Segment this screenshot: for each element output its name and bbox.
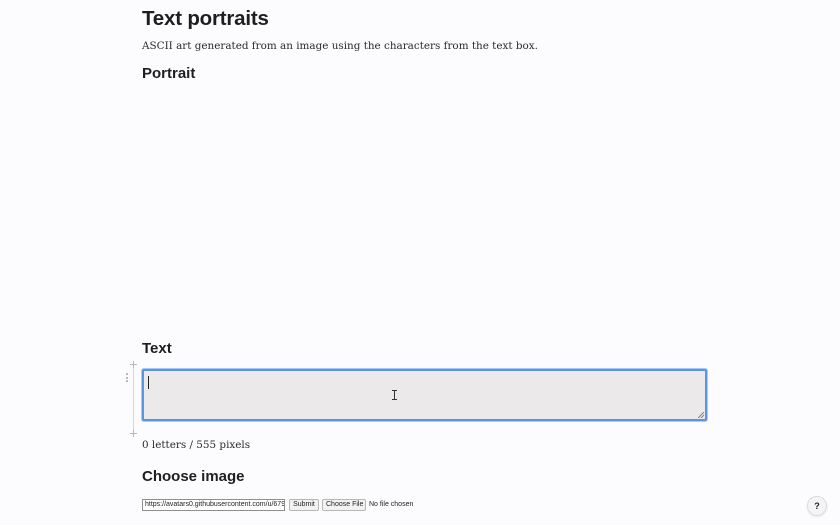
ibeam-cursor-icon [392,390,397,400]
letters-pixels-counter: 0 letters / 555 pixels [142,439,251,451]
text-heading: Text [142,340,172,357]
page-description: ASCII art generated from an image using … [142,40,538,52]
resize-grip-icon[interactable] [698,412,704,418]
image-url-input[interactable]: https://avatars0.githubusercontent.com/u… [142,499,285,511]
file-status-text: No file chosen [369,501,414,508]
submit-button[interactable]: Submit [289,499,319,511]
cell-gutter-line [133,367,134,431]
portrait-heading: Portrait [142,65,196,82]
choose-file-button[interactable]: Choose File [322,499,366,511]
help-button[interactable]: ? [807,496,827,516]
page-title: Text portraits [142,7,269,30]
text-caret [148,376,149,389]
plus-icon[interactable] [130,361,137,368]
text-input[interactable] [142,369,707,421]
vertical-dots-icon[interactable] [125,373,129,383]
portrait-output [142,90,712,330]
plus-icon[interactable] [130,430,137,437]
choose-image-heading: Choose image [142,468,245,485]
